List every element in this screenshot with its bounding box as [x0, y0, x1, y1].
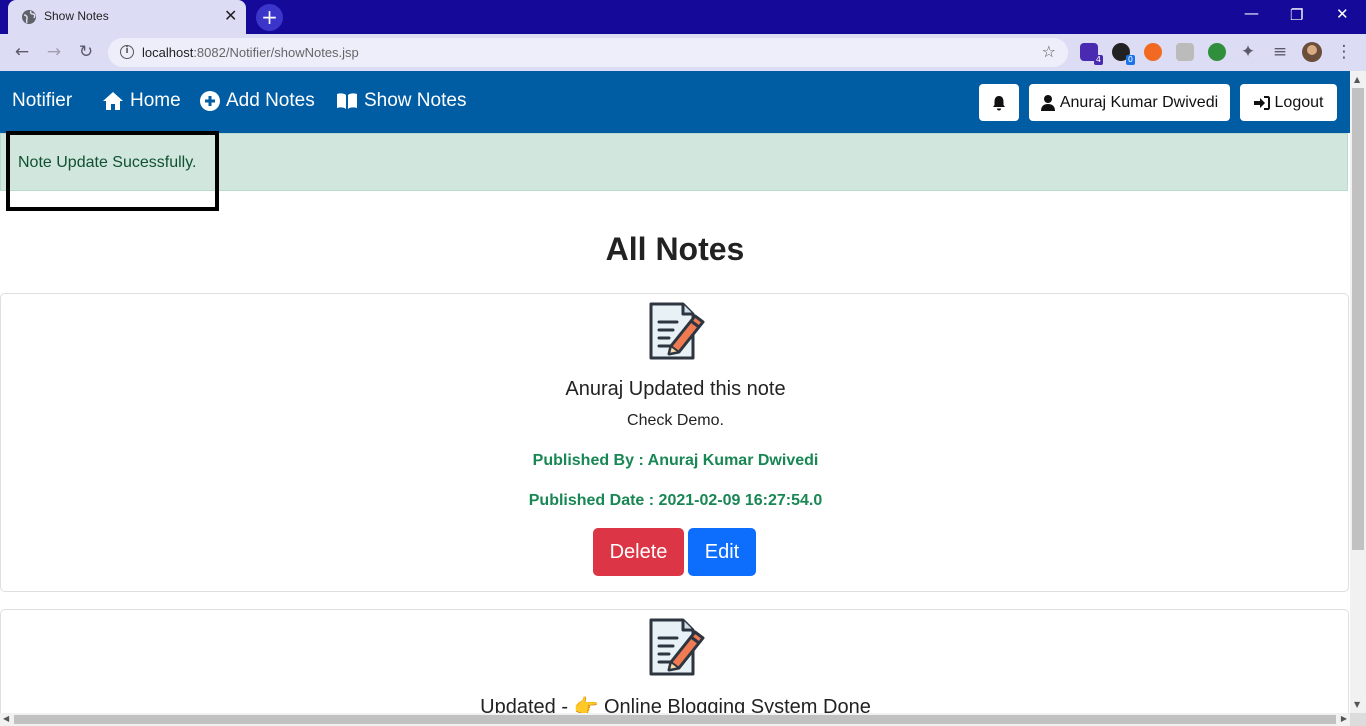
top-navbar: Notifier Home Add Notes Show Notes Anura… [0, 71, 1350, 133]
globe-icon [22, 10, 36, 24]
back-icon[interactable]: ← [12, 42, 32, 62]
note-card: Anuraj Updated this note Check Demo. Pub… [0, 293, 1349, 592]
scroll-up-icon[interactable]: ▲ [1354, 75, 1360, 84]
user-profile-button[interactable]: Anuraj Kumar Dwivedi [1029, 84, 1230, 121]
page-title: All Notes [605, 231, 745, 267]
home-icon [103, 92, 123, 110]
annotation-highlight-box [6, 131, 219, 211]
scroll-right-icon[interactable]: ▶ [1341, 714, 1347, 723]
logout-button[interactable]: Logout [1240, 84, 1337, 121]
window-close-icon[interactable]: ✕ [1336, 5, 1349, 23]
sign-in-icon [1253, 95, 1270, 110]
notifications-button[interactable] [979, 84, 1019, 121]
media-queue-icon[interactable]: ≡ [1270, 42, 1290, 62]
forward-icon[interactable]: → [44, 42, 64, 62]
bookmark-star-icon[interactable]: ☆ [1042, 42, 1056, 61]
minimize-icon[interactable]: — [1244, 4, 1259, 22]
restore-icon[interactable]: ❐ [1290, 6, 1303, 24]
nav-show-notes[interactable]: Show Notes [336, 90, 466, 112]
bell-icon [993, 95, 1005, 110]
note-edit-icon [649, 618, 705, 676]
plus-circle-icon [200, 91, 220, 111]
note-published-date: Published Date : 2021-02-09 16:27:54.0 [528, 492, 823, 509]
nav-add-notes[interactable]: Add Notes [200, 90, 315, 112]
note-content: Check Demo. [627, 412, 724, 429]
extension-icon[interactable] [1208, 43, 1226, 61]
nav-home[interactable]: Home [102, 90, 181, 112]
tab-close-icon[interactable]: ✕ [224, 7, 237, 25]
book-open-icon [337, 93, 357, 109]
vertical-scrollbar[interactable]: ▲ ▼ [1350, 71, 1366, 713]
scroll-left-icon[interactable]: ◀ [3, 714, 9, 723]
scroll-down-icon[interactable]: ▼ [1354, 700, 1360, 709]
note-card: Updated - 👉 Online Blogging System Done [0, 609, 1349, 713]
profile-avatar[interactable] [1302, 42, 1322, 62]
address-bar-row: ← → ↻ i localhost:8082/Notifier/showNote… [0, 34, 1366, 71]
tab-title: Show Notes [44, 9, 109, 23]
scrollbar-corner [1350, 713, 1366, 726]
note-published-by: Published By : Anuraj Kumar Dwivedi [532, 452, 819, 469]
delete-button[interactable]: Delete [593, 528, 684, 576]
edit-button[interactable]: Edit [688, 528, 756, 576]
brand-link[interactable]: Notifier [12, 90, 72, 112]
url-text[interactable]: localhost:8082/Notifier/showNotes.jsp [142, 45, 359, 60]
user-icon [1040, 94, 1055, 111]
site-info-icon[interactable]: i [120, 45, 134, 59]
note-title: Updated - 👉 Online Blogging System Done [480, 696, 871, 713]
extension-icon[interactable]: 4 [1080, 43, 1103, 65]
note-edit-icon [649, 302, 705, 360]
extension-icon[interactable]: 0 [1112, 43, 1135, 65]
vertical-scroll-thumb[interactable] [1352, 88, 1364, 550]
code-extension-icon[interactable] [1176, 43, 1194, 61]
menu-kebab-icon[interactable]: ⋮ [1334, 42, 1354, 62]
note-title: Anuraj Updated this note [565, 378, 786, 400]
puzzle-extensions-icon[interactable]: ✦ [1238, 42, 1258, 62]
new-tab-button[interactable]: + [256, 4, 283, 31]
page-viewport: Notifier Home Add Notes Show Notes Anura… [0, 71, 1350, 713]
browser-tab[interactable]: Show Notes ✕ [8, 0, 246, 34]
url-bar[interactable]: i localhost:8082/Notifier/showNotes.jsp … [108, 38, 1068, 67]
horizontal-scrollbar[interactable]: ◀ ▶ [0, 713, 1350, 726]
horizontal-scroll-thumb[interactable] [14, 715, 1336, 724]
extension-icon[interactable] [1144, 43, 1162, 61]
reload-icon[interactable]: ↻ [76, 42, 96, 62]
browser-tab-strip: Show Notes ✕ + — ❐ ✕ [0, 0, 1366, 34]
